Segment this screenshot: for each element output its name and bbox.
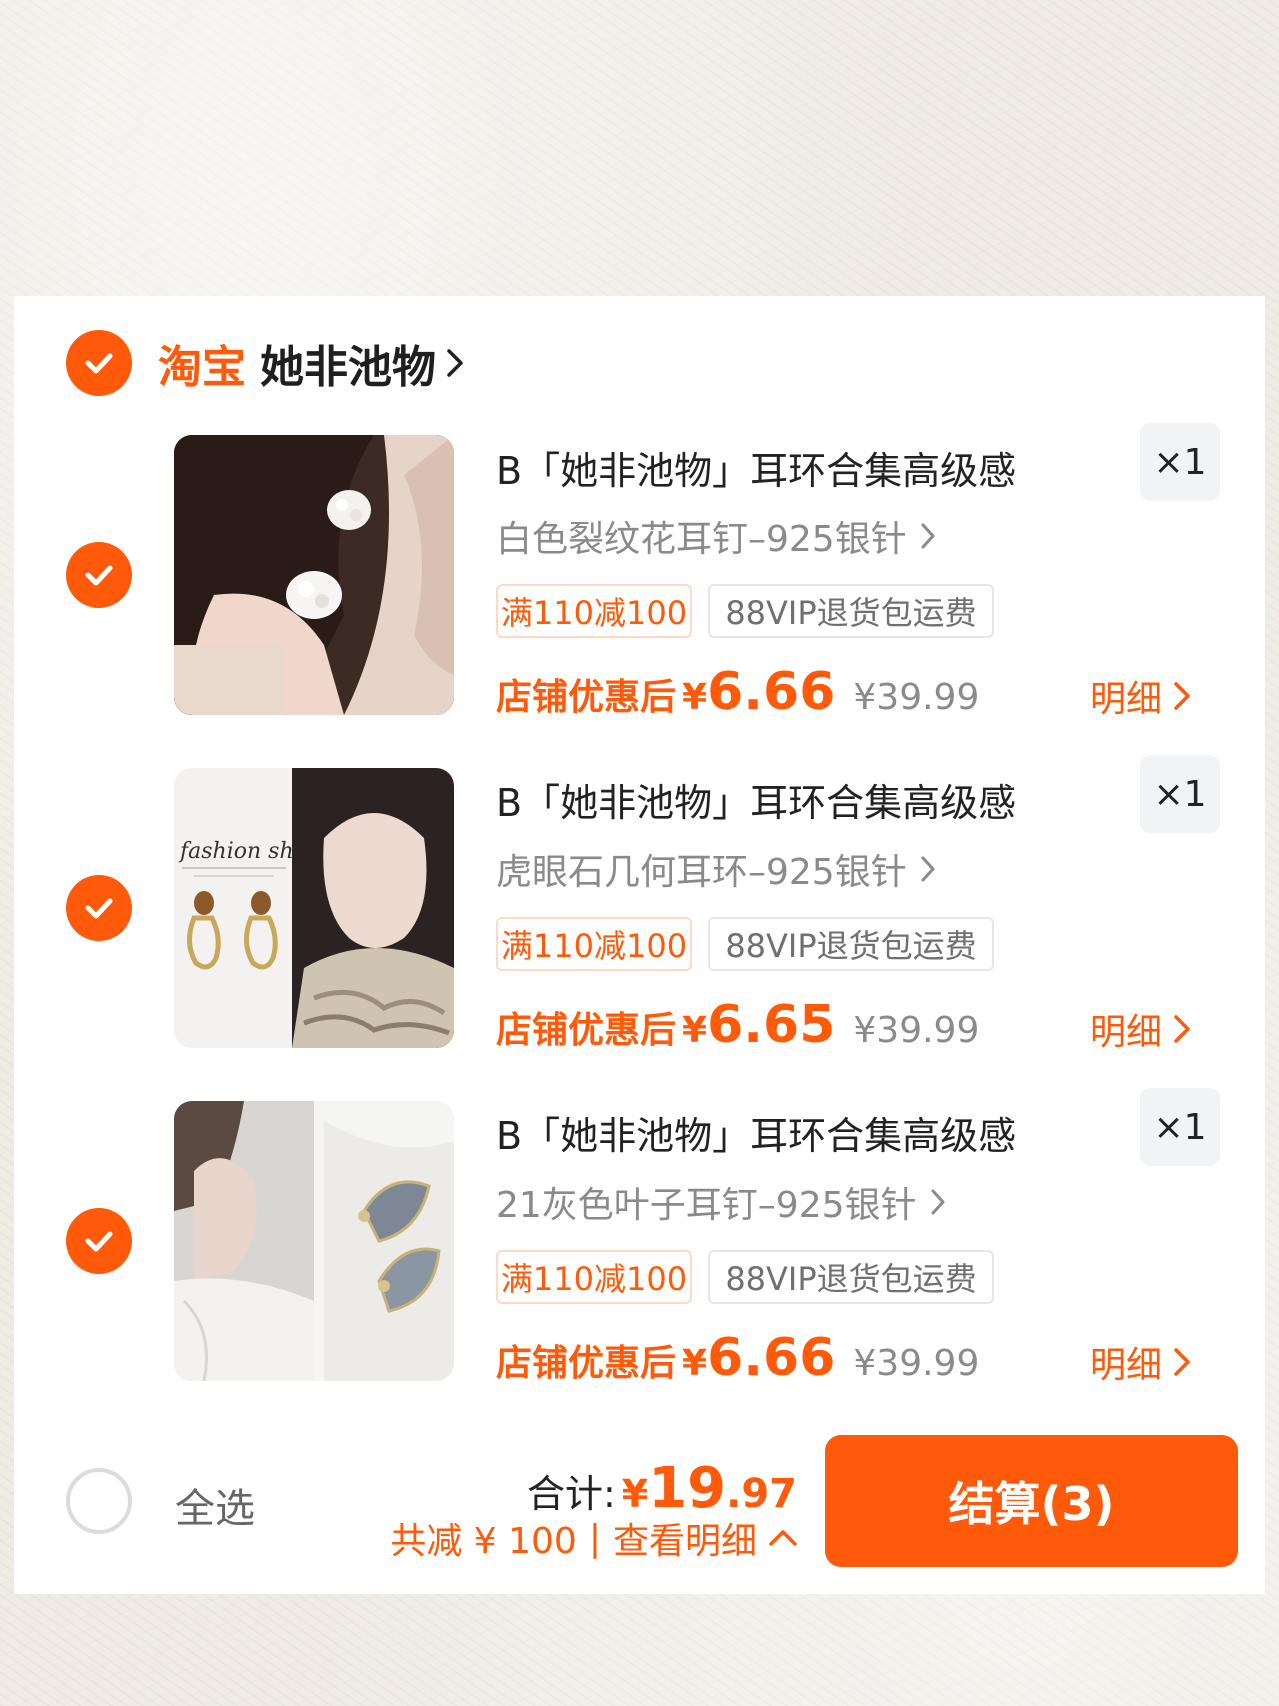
shop-select-checkbox[interactable] [66, 330, 132, 396]
sku-label: 虎眼石几何耳环–925银针 [496, 852, 907, 893]
price-value: 6.65 [707, 995, 836, 1055]
chevron-right-icon [921, 523, 935, 549]
savings-row[interactable]: 共减 ¥ 100 | 查看明细 [390, 1512, 797, 1564]
original-price: ¥39.99 [853, 1010, 980, 1051]
price-detail-link[interactable]: 明细 [1090, 1003, 1190, 1055]
view-details-link[interactable]: 查看明细 [613, 1512, 757, 1564]
price-label: 店铺优惠后 [496, 1010, 677, 1051]
promo-tag: 满110减100 [496, 917, 692, 971]
quantity-badge[interactable]: ×1 [1140, 755, 1220, 833]
detail-label: 明细 [1090, 679, 1163, 720]
promo-tag: 满110减100 [496, 1250, 692, 1304]
shop-name: 她非池物 [260, 342, 436, 393]
checkout-button[interactable]: 结算(3) [825, 1435, 1238, 1567]
total-label: 合计: [526, 1472, 616, 1516]
item-select-checkbox[interactable] [66, 542, 132, 608]
separator: | [588, 1517, 601, 1559]
item-title[interactable]: B「她非池物」耳环合集高级感 [496, 440, 1016, 495]
price-currency: ¥ [682, 677, 708, 718]
product-image[interactable]: fashion show [174, 768, 454, 1048]
promo-tag: 满110减100 [496, 584, 692, 638]
checkmark-icon [85, 898, 113, 919]
price-detail-link[interactable]: 明细 [1090, 1336, 1190, 1388]
sku-selector[interactable]: 21灰色叶子耳钉–925银针 [496, 1176, 945, 1228]
chevron-right-icon [1174, 682, 1190, 710]
price-row: 店铺优惠后 ¥ 6.66 ¥39.99 [496, 662, 979, 722]
original-price: ¥39.99 [853, 677, 980, 718]
price-value: 6.66 [707, 1328, 836, 1388]
quantity-badge[interactable]: ×1 [1140, 423, 1220, 501]
detail-label: 明细 [1090, 1345, 1163, 1386]
detail-label: 明细 [1090, 1012, 1163, 1053]
taobao-brand-label: 淘宝 [158, 342, 246, 393]
white-crackle-flower-stud-earring-photo [174, 435, 454, 715]
price-currency: ¥ [682, 1343, 708, 1384]
item-title[interactable]: B「她非池物」耳环合集高级感 [496, 1105, 1016, 1160]
chevron-right-icon [1174, 1348, 1190, 1376]
chevron-right-icon [921, 856, 935, 882]
price-value: 6.66 [707, 662, 836, 722]
chevron-right-icon [1174, 1015, 1190, 1043]
savings-amount: 共减 ¥ 100 [390, 1521, 577, 1562]
chevron-right-icon [931, 1189, 945, 1215]
quantity-badge[interactable]: ×1 [1140, 1088, 1220, 1166]
price-row: 店铺优惠后 ¥ 6.66 ¥39.99 [496, 1328, 979, 1388]
tiger-eye-geometric-earring-photo: fashion show [174, 768, 454, 1048]
item-title[interactable]: B「她非池物」耳环合集高级感 [496, 772, 1016, 827]
price-label: 店铺优惠后 [496, 1343, 677, 1384]
sku-label: 白色裂纹花耳钉–925银针 [496, 519, 907, 560]
item-select-checkbox[interactable] [66, 1208, 132, 1274]
chevron-up-icon [769, 1530, 797, 1546]
product-image[interactable] [174, 1101, 454, 1381]
sku-label: 21灰色叶子耳钉–925银针 [496, 1185, 917, 1226]
grey-leaf-stud-earring-photo [174, 1101, 454, 1381]
price-detail-link[interactable]: 明细 [1090, 670, 1190, 722]
total-amount-dec: .97 [726, 1471, 797, 1517]
sku-selector[interactable]: 虎眼石几何耳环–925银针 [496, 843, 935, 895]
checkmark-icon [85, 1231, 113, 1252]
vip-return-tag: 88VIP退货包运费 [708, 1250, 994, 1304]
price-currency: ¥ [682, 1010, 708, 1051]
price-label: 店铺优惠后 [496, 677, 677, 718]
chevron-right-icon [447, 349, 463, 377]
total-currency: ¥ [621, 1472, 649, 1516]
product-image[interactable] [174, 435, 454, 715]
vip-return-tag: 88VIP退货包运费 [708, 917, 994, 971]
sku-selector[interactable]: 白色裂纹花耳钉–925银针 [496, 510, 935, 562]
checkmark-icon [85, 565, 113, 586]
select-all-label[interactable]: 全选 [175, 1476, 255, 1534]
select-all-checkbox[interactable] [66, 1468, 132, 1534]
price-row: 店铺优惠后 ¥ 6.65 ¥39.99 [496, 995, 979, 1055]
vip-return-tag: 88VIP退货包运费 [708, 584, 994, 638]
original-price: ¥39.99 [853, 1343, 980, 1384]
checkmark-icon [85, 353, 113, 374]
item-select-checkbox[interactable] [66, 875, 132, 941]
shop-header[interactable]: 淘宝 她非池物 [158, 330, 464, 396]
